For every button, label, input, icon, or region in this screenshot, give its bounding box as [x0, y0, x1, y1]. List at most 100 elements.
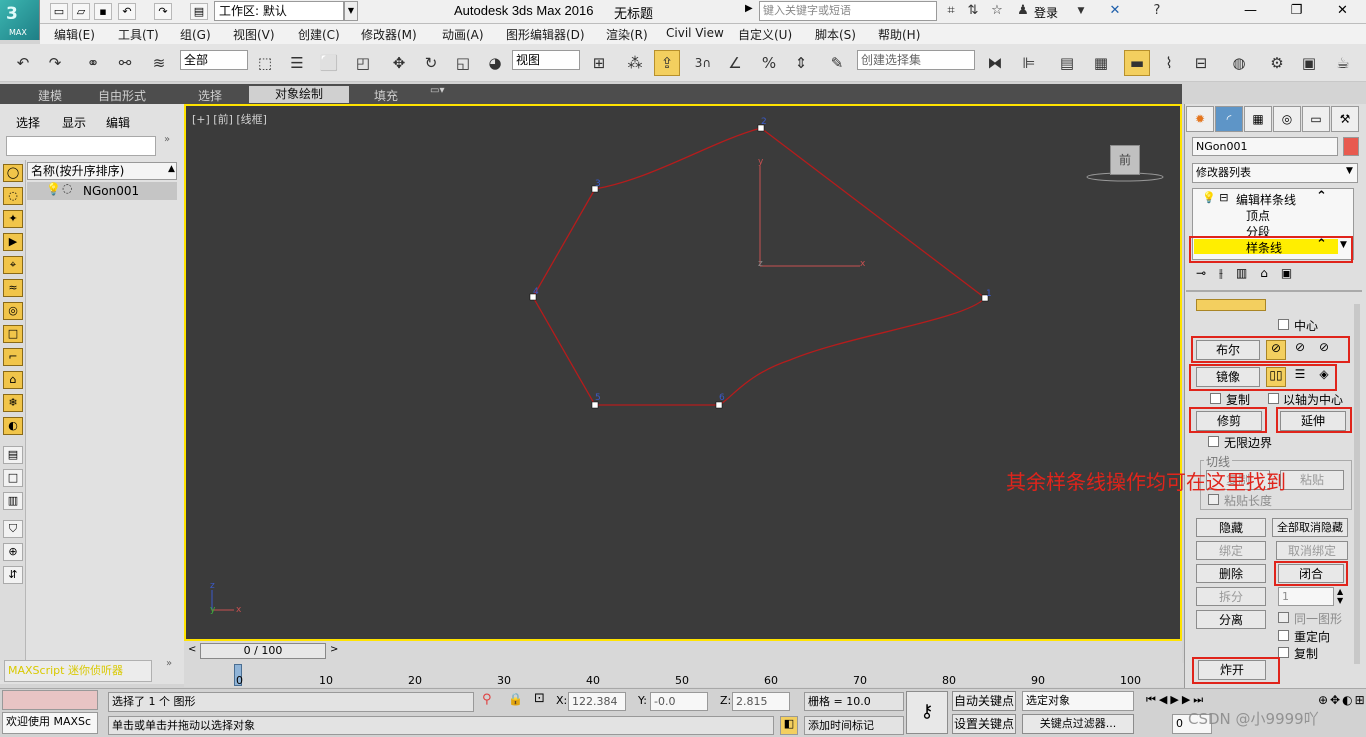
modifier-list-arrow-icon[interactable]: ▼ — [1346, 166, 1353, 176]
toolbar-redo-icon[interactable]: ↷ — [42, 50, 68, 76]
coord-x-field[interactable]: 122.384 — [568, 692, 626, 711]
time-tag-icon[interactable]: ◧ — [780, 716, 798, 735]
bind-spacewarp-icon[interactable]: ≋ — [146, 50, 172, 76]
selection-filter-dropdown[interactable]: 全部 — [180, 50, 248, 70]
menu-views[interactable]: 视图(V) — [233, 26, 275, 43]
filter-cameras-icon[interactable]: ▶ — [3, 233, 23, 251]
select-move-icon[interactable]: ✥ — [386, 50, 412, 76]
time-prev-icon[interactable]: < — [188, 644, 196, 655]
workspace-dropdown-arrow-icon[interactable]: ▼ — [344, 1, 358, 21]
menu-rendering[interactable]: 渲染(R) — [606, 26, 648, 43]
ribbon-tab-modeling[interactable]: 建模 — [38, 87, 62, 104]
named-selection-dropdown[interactable]: 创建选择集 — [857, 50, 975, 70]
menu-customize[interactable]: 自定义(U) — [738, 26, 792, 43]
window-crossing-icon[interactable]: ◰ — [350, 50, 376, 76]
menu-group[interactable]: 组(G) — [180, 26, 211, 43]
menu-animation[interactable]: 动画(A) — [442, 26, 484, 43]
time-next-icon[interactable]: > — [330, 644, 338, 655]
close-icon[interactable]: ✕ — [1320, 0, 1365, 22]
filter-shapes-icon[interactable]: ◌ — [3, 187, 23, 205]
menu-graph-editors[interactable]: 图形编辑器(D) — [506, 26, 585, 43]
menu-tools[interactable]: 工具(T) — [118, 26, 159, 43]
create-tab-icon[interactable]: ✹ — [1186, 106, 1214, 132]
scene-list-header[interactable]: 名称(按升序排序) — [27, 162, 177, 180]
render-setup-icon[interactable]: ⚙ — [1264, 50, 1290, 76]
toolbar-undo-icon[interactable]: ↶ — [10, 50, 36, 76]
paste-length-checkbox[interactable] — [1208, 494, 1219, 505]
mirror-icon[interactable]: ⧓ — [982, 50, 1008, 76]
percent-snap-icon[interactable]: % — [756, 50, 782, 76]
absolute-mode-icon[interactable]: ⊡ — [534, 691, 545, 706]
ribbon-tab-selection[interactable]: 选择 — [198, 87, 222, 104]
filter-containers-icon[interactable]: ⌂ — [3, 371, 23, 389]
help-icon[interactable]: ? — [1148, 3, 1166, 20]
infinite-bounds-checkbox[interactable] — [1208, 436, 1219, 447]
select-object-icon[interactable]: ⬚ — [252, 50, 278, 76]
curve-editor-icon[interactable]: ⌇ — [1156, 50, 1182, 76]
align-icon[interactable]: ⊫ — [1016, 50, 1042, 76]
scene-filter-input[interactable] — [6, 136, 156, 156]
hierarchy-tab-icon[interactable]: ▦ — [1244, 106, 1272, 132]
workspace-dropdown[interactable]: 工作区: 默认 — [214, 1, 344, 21]
scene-tab-display[interactable]: 显示 — [62, 114, 86, 131]
selection-lock-icon[interactable]: 🔒 — [508, 692, 523, 706]
display-none-icon[interactable]: □ — [3, 469, 23, 487]
set-key-icon[interactable]: ⚷ — [906, 691, 948, 734]
divide-button[interactable]: 拆分 — [1196, 587, 1266, 606]
display-tab-icon[interactable]: ▭ — [1302, 106, 1330, 132]
light-bulb-icon[interactable]: 💡 — [46, 182, 61, 196]
stack-level-vertex[interactable]: 顶点 — [1246, 207, 1270, 224]
filter-lights-icon[interactable]: ✦ — [3, 210, 23, 228]
filter-hidden-icon[interactable]: ◐ — [3, 417, 23, 435]
reorient-checkbox[interactable] — [1278, 630, 1289, 641]
select-by-name-icon[interactable]: ☰ — [284, 50, 310, 76]
prompt-expand-icon[interactable]: » — [166, 658, 172, 669]
maxscript-listener[interactable]: MAXScript 迷你侦听器 — [4, 660, 152, 682]
scene-tab-select[interactable]: 选择 — [16, 114, 40, 131]
motion-tab-icon[interactable]: ◎ — [1273, 106, 1301, 132]
redo-icon[interactable]: ↷ — [154, 3, 172, 20]
key-filters-button[interactable]: 关键点过滤器... — [1022, 714, 1134, 734]
add-time-tag[interactable]: 添加时间标记 — [804, 716, 904, 735]
same-shape-checkbox[interactable] — [1278, 612, 1289, 623]
key-mode-dropdown[interactable]: 选定对象 — [1022, 691, 1134, 711]
scene-tab-edit[interactable]: 编辑 — [106, 114, 130, 131]
divide-spinner-icon[interactable]: ▲ ▼ — [1337, 587, 1343, 605]
front-viewport[interactable]: [+] [前] [线框] — [184, 104, 1182, 641]
minimize-icon[interactable]: — — [1228, 0, 1273, 22]
filter-helpers-icon[interactable]: ⌖ — [3, 256, 23, 274]
unhide-all-button[interactable]: 全部取消隐藏 — [1272, 518, 1348, 537]
menu-scripting[interactable]: 脚本(S) — [815, 26, 856, 43]
divide-count-field[interactable]: 1 — [1278, 587, 1334, 606]
login-button[interactable]: 登录 — [1034, 4, 1058, 21]
coord-z-field[interactable]: 2.815 — [732, 692, 790, 711]
modifier-list-dropdown[interactable]: 修改器列表 — [1192, 163, 1358, 183]
save-file-icon[interactable]: ▪ — [94, 3, 112, 20]
sort-arrow-icon[interactable]: ▲ — [168, 164, 175, 174]
undo-icon[interactable]: ↶ — [118, 3, 136, 20]
modify-tab-icon[interactable]: ◜ — [1215, 106, 1243, 132]
select-rotate-icon[interactable]: ↻ — [418, 50, 444, 76]
exchange-icon[interactable]: ✕ — [1106, 3, 1124, 20]
ribbon-toggle-icon[interactable]: ▬ — [1124, 50, 1150, 76]
auto-key-button[interactable]: 自动关键点 — [952, 691, 1016, 711]
render-frame-window-icon[interactable]: ▣ — [1296, 50, 1322, 76]
viewport-label[interactable]: [+] [前] [线框] — [192, 111, 267, 127]
select-place-icon[interactable]: ◕ — [482, 50, 508, 76]
maxscript-welcome[interactable]: 欢迎使用 MAXSc — [2, 712, 98, 734]
filter-groups-icon[interactable]: ◎ — [3, 302, 23, 320]
favorites-star-icon[interactable]: ☆ — [988, 3, 1006, 20]
binoculars-icon[interactable]: ⌗ — [942, 3, 960, 20]
layer-explorer-icon[interactable]: ▦ — [1088, 50, 1114, 76]
open-file-icon[interactable]: ▱ — [72, 3, 90, 20]
time-slider[interactable]: 0 / 100 — [200, 643, 326, 659]
use-pivot-center-icon[interactable]: ⊞ — [586, 50, 612, 76]
menu-civil-view[interactable]: Civil View — [666, 26, 724, 40]
filter-geometry-icon[interactable]: ◯ — [3, 164, 23, 182]
center-checkbox[interactable] — [1278, 319, 1289, 330]
ribbon-tab-object-paint[interactable]: 对象绘制 — [249, 86, 349, 103]
filter-xrefs-icon[interactable]: □ — [3, 325, 23, 343]
command-panel-scrollbar[interactable] — [1354, 304, 1360, 664]
coord-y-field[interactable]: -0.0 — [650, 692, 708, 711]
search-arrow-icon[interactable]: ▶ — [745, 3, 757, 19]
